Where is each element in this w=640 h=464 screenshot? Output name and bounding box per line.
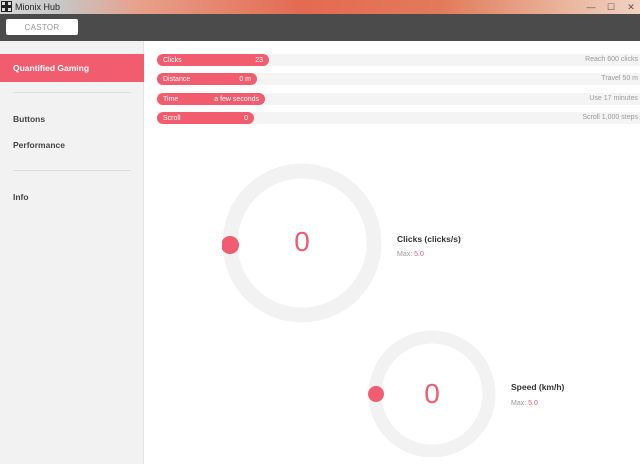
stat-value: 0 (244, 114, 248, 122)
stat-name: Scroll (163, 114, 181, 122)
sidebar-item-info[interactable]: Info (13, 192, 29, 202)
stat-row-scroll: Scroll 0 Scroll 1,000 steps (157, 112, 640, 124)
stat-name: Distance (163, 75, 191, 83)
minimize-button[interactable]: — (586, 1, 596, 13)
clicks-gauge-label: Clicks (clicks/s) (397, 234, 461, 244)
stat-value: a few seconds (214, 95, 259, 103)
close-button[interactable]: ✕ (626, 1, 636, 13)
stat-value: 0 m (239, 75, 251, 83)
speed-gauge-max: Max: 5.0 (511, 400, 538, 407)
speed-gauge: 0 (368, 330, 496, 458)
stat-value: 23 (255, 56, 263, 64)
speed-gauge-value: 0 (424, 378, 440, 409)
window-titlebar: Mionix Hub — ☐ ✕ (0, 0, 640, 14)
stat-goal: Reach 600 clicks (585, 56, 638, 63)
sidebar: Quantified Gaming Buttons Performance In… (0, 41, 144, 464)
stat-progress-bar: Scroll 0 (157, 112, 254, 124)
stat-row-time: Time a few seconds Use 17 minutes (157, 93, 640, 105)
stat-goal: Travel 50 m (601, 75, 638, 82)
stat-name: Clicks (163, 56, 182, 64)
stat-name: Time (163, 95, 179, 103)
sidebar-divider (13, 170, 131, 171)
max-value: 5.0 (414, 251, 424, 258)
stat-row-distance: Distance 0 m Travel 50 m (157, 73, 640, 85)
stat-progress-bar: Distance 0 m (157, 73, 257, 85)
maximize-button[interactable]: ☐ (606, 1, 616, 13)
clicks-gauge: 0 (222, 163, 382, 323)
max-label: Max: (511, 400, 527, 407)
stat-goal: Scroll 1,000 steps (582, 114, 638, 121)
sidebar-item-quantified-gaming[interactable]: Quantified Gaming (0, 54, 144, 82)
sidebar-item-performance[interactable]: Performance (13, 140, 65, 150)
speed-gauge-label: Speed (km/h) (511, 382, 565, 392)
window-title: Mionix Hub (15, 2, 61, 12)
profile-button[interactable]: CASTOR (6, 19, 78, 35)
mionix-logo-icon (1, 1, 12, 12)
clicks-gauge-value: 0 (294, 226, 310, 257)
stat-goal: Use 17 minutes (589, 95, 638, 102)
sidebar-divider (13, 92, 131, 93)
stat-progress-bar: Clicks 23 (157, 54, 269, 66)
stat-row-clicks: Clicks 23 Reach 600 clicks (157, 54, 640, 66)
sidebar-item-buttons[interactable]: Buttons (13, 114, 45, 124)
stat-progress-bar: Time a few seconds (157, 93, 265, 105)
header-bar: CASTOR (0, 14, 640, 41)
clicks-gauge-max: Max: 5.0 (397, 251, 424, 258)
max-value: 5.0 (528, 400, 538, 407)
max-label: Max: (397, 251, 413, 258)
